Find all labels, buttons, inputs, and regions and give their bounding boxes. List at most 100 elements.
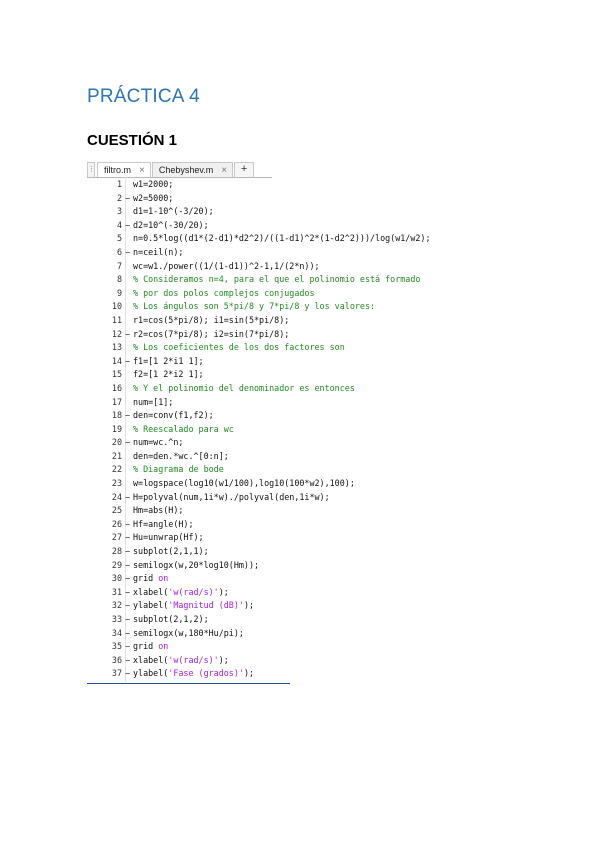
code-line[interactable]: 14− f1=[1 2*i1 1];	[87, 355, 507, 369]
code-text[interactable]: r1=cos(5*pi/8); i1=sin(5*pi/8);	[133, 314, 289, 328]
code-text[interactable]: Hm=abs(H);	[133, 504, 183, 518]
breakpoint-marker[interactable]: −	[125, 328, 130, 342]
code-text[interactable]: subplot(2,1,1);	[133, 545, 209, 559]
code-line[interactable]: 34− semilogx(w,180*Hu/pi);	[87, 627, 507, 641]
code-text[interactable]: grid on	[133, 572, 168, 586]
tab-grip-icon[interactable]: ⋮	[87, 162, 95, 177]
code-text[interactable]: w2=5000;	[133, 192, 173, 206]
breakpoint-marker[interactable]: −	[125, 246, 130, 260]
code-text[interactable]: Hu=unwrap(Hf);	[133, 531, 204, 545]
code-line[interactable]: 23 w=logspace(log10(w1/100),log10(100*w2)…	[87, 477, 507, 491]
code-line[interactable]: 19 % Reescalado para wc	[87, 423, 507, 437]
breakpoint-marker[interactable]: −	[125, 599, 130, 613]
breakpoint-marker[interactable]: −	[125, 586, 130, 600]
code-line[interactable]: 11 r1=cos(5*pi/8); i1=sin(5*pi/8);	[87, 314, 507, 328]
code-line[interactable]: 24− H=polyval(num,1i*w)./polyval(den,1i*w…	[87, 491, 507, 505]
code-line[interactable]: 10 % Los ángulos son 5*pi/8 y 7*pi/8 y lo…	[87, 300, 507, 314]
code-line[interactable]: 13 % Los coeficientes de los dos factores…	[87, 341, 507, 355]
breakpoint-marker[interactable]: −	[125, 572, 130, 586]
code-text[interactable]: % Y el polinomio del denominador es ento…	[133, 382, 355, 396]
code-line[interactable]: 31− xlabel('w(rad/s)');	[87, 586, 507, 600]
code-text[interactable]: ylabel('Magnitud (dB)');	[133, 599, 254, 613]
code-line[interactable]: 28− subplot(2,1,1);	[87, 545, 507, 559]
tab-chebyshev[interactable]: Chebyshev.m ×	[151, 162, 234, 177]
code-line[interactable]: 15 f2=[1 2*i2 1];	[87, 368, 507, 382]
code-line[interactable]: 6− n=ceil(n);	[87, 246, 507, 260]
code-text[interactable]: % Reescalado para wc	[133, 423, 234, 437]
code-line[interactable]: 3 d1=1-10^(-3/20);	[87, 205, 507, 219]
code-line[interactable]: 37− ylabel('Fase (grados)');	[87, 667, 507, 681]
code-text[interactable]: w1=2000;	[133, 178, 173, 192]
code-line[interactable]: 4− d2=10^(-30/20);	[87, 219, 507, 233]
code-line[interactable]: 29− semilogx(w,20*log10(Hm));	[87, 559, 507, 573]
code-text[interactable]: % Los coeficientes de los dos factores s…	[133, 341, 345, 355]
breakpoint-marker[interactable]: −	[125, 518, 130, 532]
code-line[interactable]: 26− Hf=angle(H);	[87, 518, 507, 532]
breakpoint-marker[interactable]: −	[125, 219, 130, 233]
code-line[interactable]: 12− r2=cos(7*pi/8); i2=sin(7*pi/8);	[87, 328, 507, 342]
code-text[interactable]: semilogx(w,180*Hu/pi);	[133, 627, 244, 641]
code-line[interactable]: 32− ylabel('Magnitud (dB)');	[87, 599, 507, 613]
code-text[interactable]: % Los ángulos son 5*pi/8 y 7*pi/8 y los …	[133, 300, 375, 314]
code-text[interactable]: f2=[1 2*i2 1];	[133, 368, 204, 382]
code-line[interactable]: 35− grid on	[87, 640, 507, 654]
code-text[interactable]: num=[1];	[133, 396, 173, 410]
code-line[interactable]: 33− subplot(2,1,2);	[87, 613, 507, 627]
breakpoint-marker[interactable]: −	[125, 409, 130, 423]
code-text[interactable]: w=logspace(log10(w1/100),log10(100*w2),1…	[133, 477, 355, 491]
code-text[interactable]: ylabel('Fase (grados)');	[133, 667, 254, 681]
code-line[interactable]: 17 num=[1];	[87, 396, 507, 410]
code-line[interactable]: 36− xlabel('w(rad/s)');	[87, 654, 507, 668]
breakpoint-marker[interactable]: −	[125, 667, 130, 681]
code-line[interactable]: 22 % Diagrama de bode	[87, 463, 507, 477]
code-text[interactable]: % Consideramos n=4, para el que el polin…	[133, 273, 420, 287]
code-line[interactable]: 21 den=den.*wc.^[0:n];	[87, 450, 507, 464]
code-line[interactable]: 8 % Consideramos n=4, para el que el poli…	[87, 273, 507, 287]
code-line[interactable]: 27− Hu=unwrap(Hf);	[87, 531, 507, 545]
breakpoint-marker[interactable]: −	[125, 545, 130, 559]
code-text[interactable]: r2=cos(7*pi/8); i2=sin(7*pi/8);	[133, 328, 289, 342]
code-text[interactable]: xlabel('w(rad/s)');	[133, 654, 229, 668]
code-line[interactable]: 7 wc=w1./power((1/(1-d1))^2-1,1/(2*n));	[87, 260, 507, 274]
breakpoint-marker[interactable]: −	[125, 613, 130, 627]
breakpoint-marker[interactable]: −	[125, 531, 130, 545]
code-text[interactable]: % por dos polos complejos conjugados	[133, 287, 315, 301]
code-text[interactable]: % Diagrama de bode	[133, 463, 224, 477]
code-text[interactable]: den=conv(f1,f2);	[133, 409, 214, 423]
code-line[interactable]: 2− w2=5000;	[87, 192, 507, 206]
breakpoint-marker[interactable]: −	[125, 627, 130, 641]
tab-filtro[interactable]: filtro.m ×	[97, 162, 151, 177]
code-line[interactable]: 25 Hm=abs(H);	[87, 504, 507, 518]
code-line[interactable]: 18− den=conv(f1,f2);	[87, 409, 507, 423]
code-text[interactable]: subplot(2,1,2);	[133, 613, 209, 627]
code-text[interactable]: d1=1-10^(-3/20);	[133, 205, 214, 219]
breakpoint-marker[interactable]: −	[125, 436, 130, 450]
breakpoint-marker[interactable]: −	[125, 491, 130, 505]
code-editor[interactable]: 1 w1=2000; 2− w2=5000; 3 d1=1-10^(-3/20); 4− d2…	[87, 178, 507, 681]
code-line[interactable]: 5 n=0.5*log((d1*(2-d1)*d2^2)/((1-d1)^2*(1…	[87, 232, 507, 246]
breakpoint-marker[interactable]: −	[125, 654, 130, 668]
code-text[interactable]: H=polyval(num,1i*w)./polyval(den,1i*w);	[133, 491, 330, 505]
breakpoint-marker[interactable]: −	[125, 640, 130, 654]
code-text[interactable]: grid on	[133, 640, 168, 654]
code-text[interactable]: wc=w1./power((1/(1-d1))^2-1,1/(2*n));	[133, 260, 320, 274]
code-text[interactable]: n=ceil(n);	[133, 246, 183, 260]
breakpoint-marker[interactable]: −	[125, 355, 130, 369]
code-text[interactable]: d2=10^(-30/20);	[133, 219, 209, 233]
code-text[interactable]: xlabel('w(rad/s)');	[133, 586, 229, 600]
code-line[interactable]: 9 % por dos polos complejos conjugados	[87, 287, 507, 301]
code-text[interactable]: num=wc.^n;	[133, 436, 183, 450]
code-text[interactable]: f1=[1 2*i1 1];	[133, 355, 204, 369]
code-line[interactable]: 20− num=wc.^n;	[87, 436, 507, 450]
close-icon[interactable]: ×	[139, 165, 145, 176]
code-text[interactable]: Hf=angle(H);	[133, 518, 194, 532]
code-text[interactable]: n=0.5*log((d1*(2-d1)*d2^2)/((1-d1)^2*(1-…	[133, 232, 431, 246]
breakpoint-marker[interactable]: −	[125, 192, 130, 206]
breakpoint-marker[interactable]: −	[125, 559, 130, 573]
code-text[interactable]: den=den.*wc.^[0:n];	[133, 450, 229, 464]
code-text[interactable]: semilogx(w,20*log10(Hm));	[133, 559, 259, 573]
code-line[interactable]: 16 % Y el polinomio del denominador es en…	[87, 382, 507, 396]
close-icon[interactable]: ×	[221, 165, 227, 176]
code-line[interactable]: 1 w1=2000;	[87, 178, 507, 192]
add-tab-button[interactable]: +	[234, 162, 255, 177]
